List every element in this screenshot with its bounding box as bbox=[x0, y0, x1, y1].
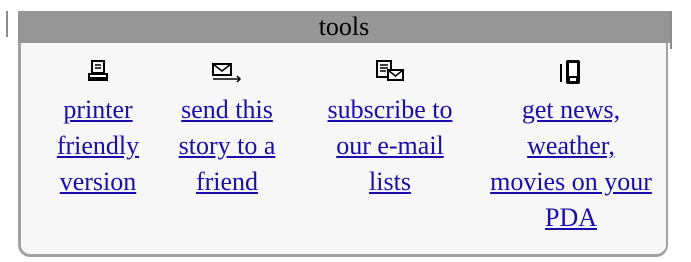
printer-friendly-link[interactable]: printer friendly version bbox=[42, 92, 154, 200]
left-divider bbox=[6, 11, 8, 37]
tools-panel: tools printer friendly version send this… bbox=[18, 11, 670, 259]
tool-pda: get news, weather, movies on your PDA bbox=[474, 58, 668, 236]
pda-link[interactable]: get news, weather, movies on your PDA bbox=[474, 92, 668, 236]
send-story-link[interactable]: send this story to a friend bbox=[170, 92, 284, 200]
printer-icon[interactable] bbox=[86, 58, 110, 86]
email-send-icon[interactable] bbox=[210, 58, 244, 86]
tool-send-story: send this story to a friend bbox=[170, 58, 284, 200]
tool-printer-friendly: printer friendly version bbox=[42, 58, 154, 200]
pda-icon[interactable] bbox=[557, 58, 585, 86]
tool-subscribe: subscribe to our e-mail lists bbox=[308, 58, 472, 200]
right-divider bbox=[670, 11, 672, 49]
newsletter-icon[interactable] bbox=[374, 58, 406, 86]
tools-panel-title: tools bbox=[18, 11, 670, 43]
subscribe-link[interactable]: subscribe to our e-mail lists bbox=[308, 92, 472, 200]
